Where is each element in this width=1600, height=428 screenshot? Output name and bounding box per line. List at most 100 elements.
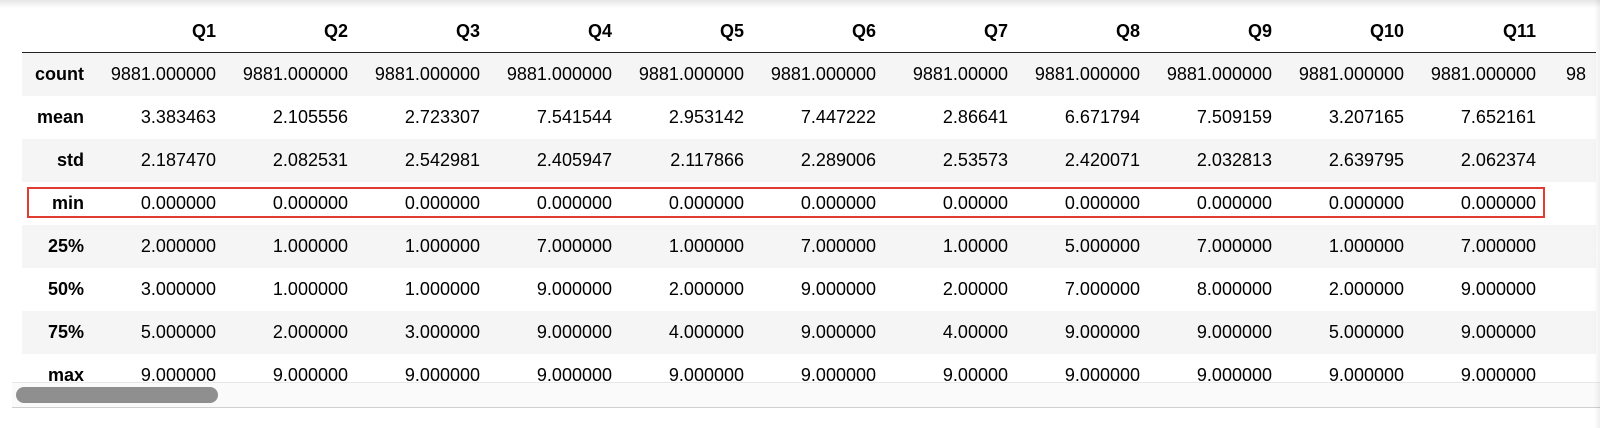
table-cell: 7.509159: [1196, 106, 1272, 127]
table-cell: 5.000000: [140, 321, 216, 342]
table-cell: 3.383463: [140, 106, 216, 127]
table-cell: 9.000000: [272, 364, 348, 383]
table-cell: 9.000000: [1064, 321, 1140, 342]
column-header-q8: Q8: [1018, 10, 1150, 53]
table-cell: 3.000000: [140, 278, 216, 299]
table-cell: 6.671794: [1064, 106, 1140, 127]
table-cell: 2.000000: [140, 235, 216, 256]
table-cell: 3.000000: [404, 321, 480, 342]
table-cell: 2.032813: [1196, 149, 1272, 170]
column-header-partial: [1546, 10, 1596, 53]
table-row-count: count 9881.000000 9881.000000 9881.00000…: [22, 52, 1596, 96]
table-row-25pct: 25% 2.000000 1.000000 1.000000 7.000000 …: [22, 224, 1596, 268]
describe-table: Q1 Q2 Q3 Q4 Q5 Q6 Q7 Q8 Q9 Q10 Q11 count…: [22, 10, 1596, 382]
table-cell: 0.000000: [272, 192, 348, 213]
table-cell: 2.117866: [670, 149, 744, 170]
table-cell: 2.062374: [1460, 149, 1536, 170]
row-label: 50%: [47, 278, 84, 299]
row-label: count: [35, 63, 84, 84]
table-cell: 1.000000: [1328, 235, 1404, 256]
row-label: min: [51, 192, 84, 213]
table-cell: 0.000000: [1460, 192, 1536, 213]
table-cell: 9881.000000: [1034, 63, 1140, 84]
table-cell-partial: [1546, 225, 1596, 268]
table-cell: 7.652161: [1460, 106, 1536, 127]
row-label: mean: [36, 106, 84, 127]
table-cell: 9881.000000: [506, 63, 612, 84]
horizontal-scrollbar[interactable]: [12, 382, 1600, 408]
column-header-q11: Q11: [1414, 10, 1546, 53]
table-cell: 9.000000: [1328, 364, 1404, 383]
table-cell: 9.000000: [668, 364, 744, 383]
table-cell: 9.00000: [942, 364, 1008, 383]
table-cell: 7.000000: [1196, 235, 1272, 256]
table-cell: 4.00000: [942, 321, 1008, 342]
table-cell: 9.000000: [140, 364, 216, 383]
table-cell-partial: [1546, 311, 1596, 354]
table-cell: 0.000000: [536, 192, 612, 213]
table-cell-partial: 98: [1565, 63, 1586, 84]
table-cell: 9881.000000: [1166, 63, 1272, 84]
column-header-q4: Q4: [490, 10, 622, 53]
table-cell: 9.000000: [536, 364, 612, 383]
table-row-min: min 0.000000 0.000000 0.000000 0.000000 …: [22, 182, 1596, 225]
table-cell: 1.000000: [272, 235, 348, 256]
dataframe-output: Q1 Q2 Q3 Q4 Q5 Q6 Q7 Q8 Q9 Q10 Q11 count…: [22, 10, 1600, 382]
table-cell: 9.000000: [1460, 278, 1536, 299]
table-cell: 7.447222: [800, 106, 876, 127]
table-cell: 9.000000: [404, 364, 480, 383]
table-cell: 9.000000: [1460, 321, 1536, 342]
scrollbar-thumb[interactable]: [16, 387, 218, 403]
table-cell: 2.723307: [404, 106, 480, 127]
table-cell: 2.420071: [1064, 149, 1140, 170]
table-cell-partial: [1546, 96, 1596, 139]
table-cell: 8.000000: [1196, 278, 1272, 299]
row-label: 75%: [47, 321, 84, 342]
table-cell: 2.639795: [1328, 149, 1404, 170]
row-label: 25%: [47, 235, 84, 256]
table-cell-partial: [1546, 139, 1596, 182]
table-cell: 2.082531: [272, 149, 348, 170]
table-cell: 9881.000000: [110, 63, 216, 84]
table-cell: 0.000000: [1064, 192, 1140, 213]
table-cell: 5.000000: [1064, 235, 1140, 256]
table-cell: 7.000000: [1064, 278, 1140, 299]
table-cell: 0.000000: [1196, 192, 1272, 213]
column-header-q9: Q9: [1150, 10, 1282, 53]
table-cell: 0.000000: [1328, 192, 1404, 213]
table-cell: 7.000000: [536, 235, 612, 256]
header-row: Q1 Q2 Q3 Q4 Q5 Q6 Q7 Q8 Q9 Q10 Q11: [22, 10, 1596, 53]
column-header-q6: Q6: [754, 10, 886, 53]
top-edge-shadow: [0, 0, 1600, 8]
table-cell-partial: [1546, 354, 1596, 383]
table-cell: 9881.000000: [770, 63, 876, 84]
table-row-mean: mean 3.383463 2.105556 2.723307 7.541544…: [22, 96, 1596, 139]
table-cell: 3.207165: [1328, 106, 1404, 127]
table-cell: 2.000000: [668, 278, 744, 299]
table-cell: 4.000000: [668, 321, 744, 342]
table-cell: 2.953142: [668, 106, 744, 127]
table-cell: 1.000000: [272, 278, 348, 299]
table-cell: 1.00000: [942, 235, 1008, 256]
table-row-75pct: 75% 5.000000 2.000000 3.000000 9.000000 …: [22, 310, 1596, 354]
column-header-q5: Q5: [622, 10, 754, 53]
column-header-q3: Q3: [358, 10, 490, 53]
table-cell: 9.000000: [800, 278, 876, 299]
table-cell: 9881.000000: [1298, 63, 1404, 84]
table-cell: 9881.000000: [242, 63, 348, 84]
right-edge-shadow: [1594, 0, 1600, 428]
table-row-max: max 9.000000 9.000000 9.000000 9.000000 …: [22, 354, 1596, 383]
table-cell-partial: [1546, 268, 1596, 311]
table-cell: 2.86641: [942, 106, 1008, 127]
table-cell: 1.000000: [404, 278, 480, 299]
table-row-50pct: 50% 3.000000 1.000000 1.000000 9.000000 …: [22, 268, 1596, 311]
column-header-q2: Q2: [226, 10, 358, 53]
table-cell: 2.00000: [942, 278, 1008, 299]
table-cell: 9881.000000: [374, 63, 480, 84]
index-header: [22, 10, 94, 53]
row-label: std: [57, 149, 84, 170]
table-cell: 2.000000: [1328, 278, 1404, 299]
table-cell: 7.000000: [1460, 235, 1536, 256]
table-cell: 9.000000: [536, 321, 612, 342]
column-header-q10: Q10: [1282, 10, 1414, 53]
